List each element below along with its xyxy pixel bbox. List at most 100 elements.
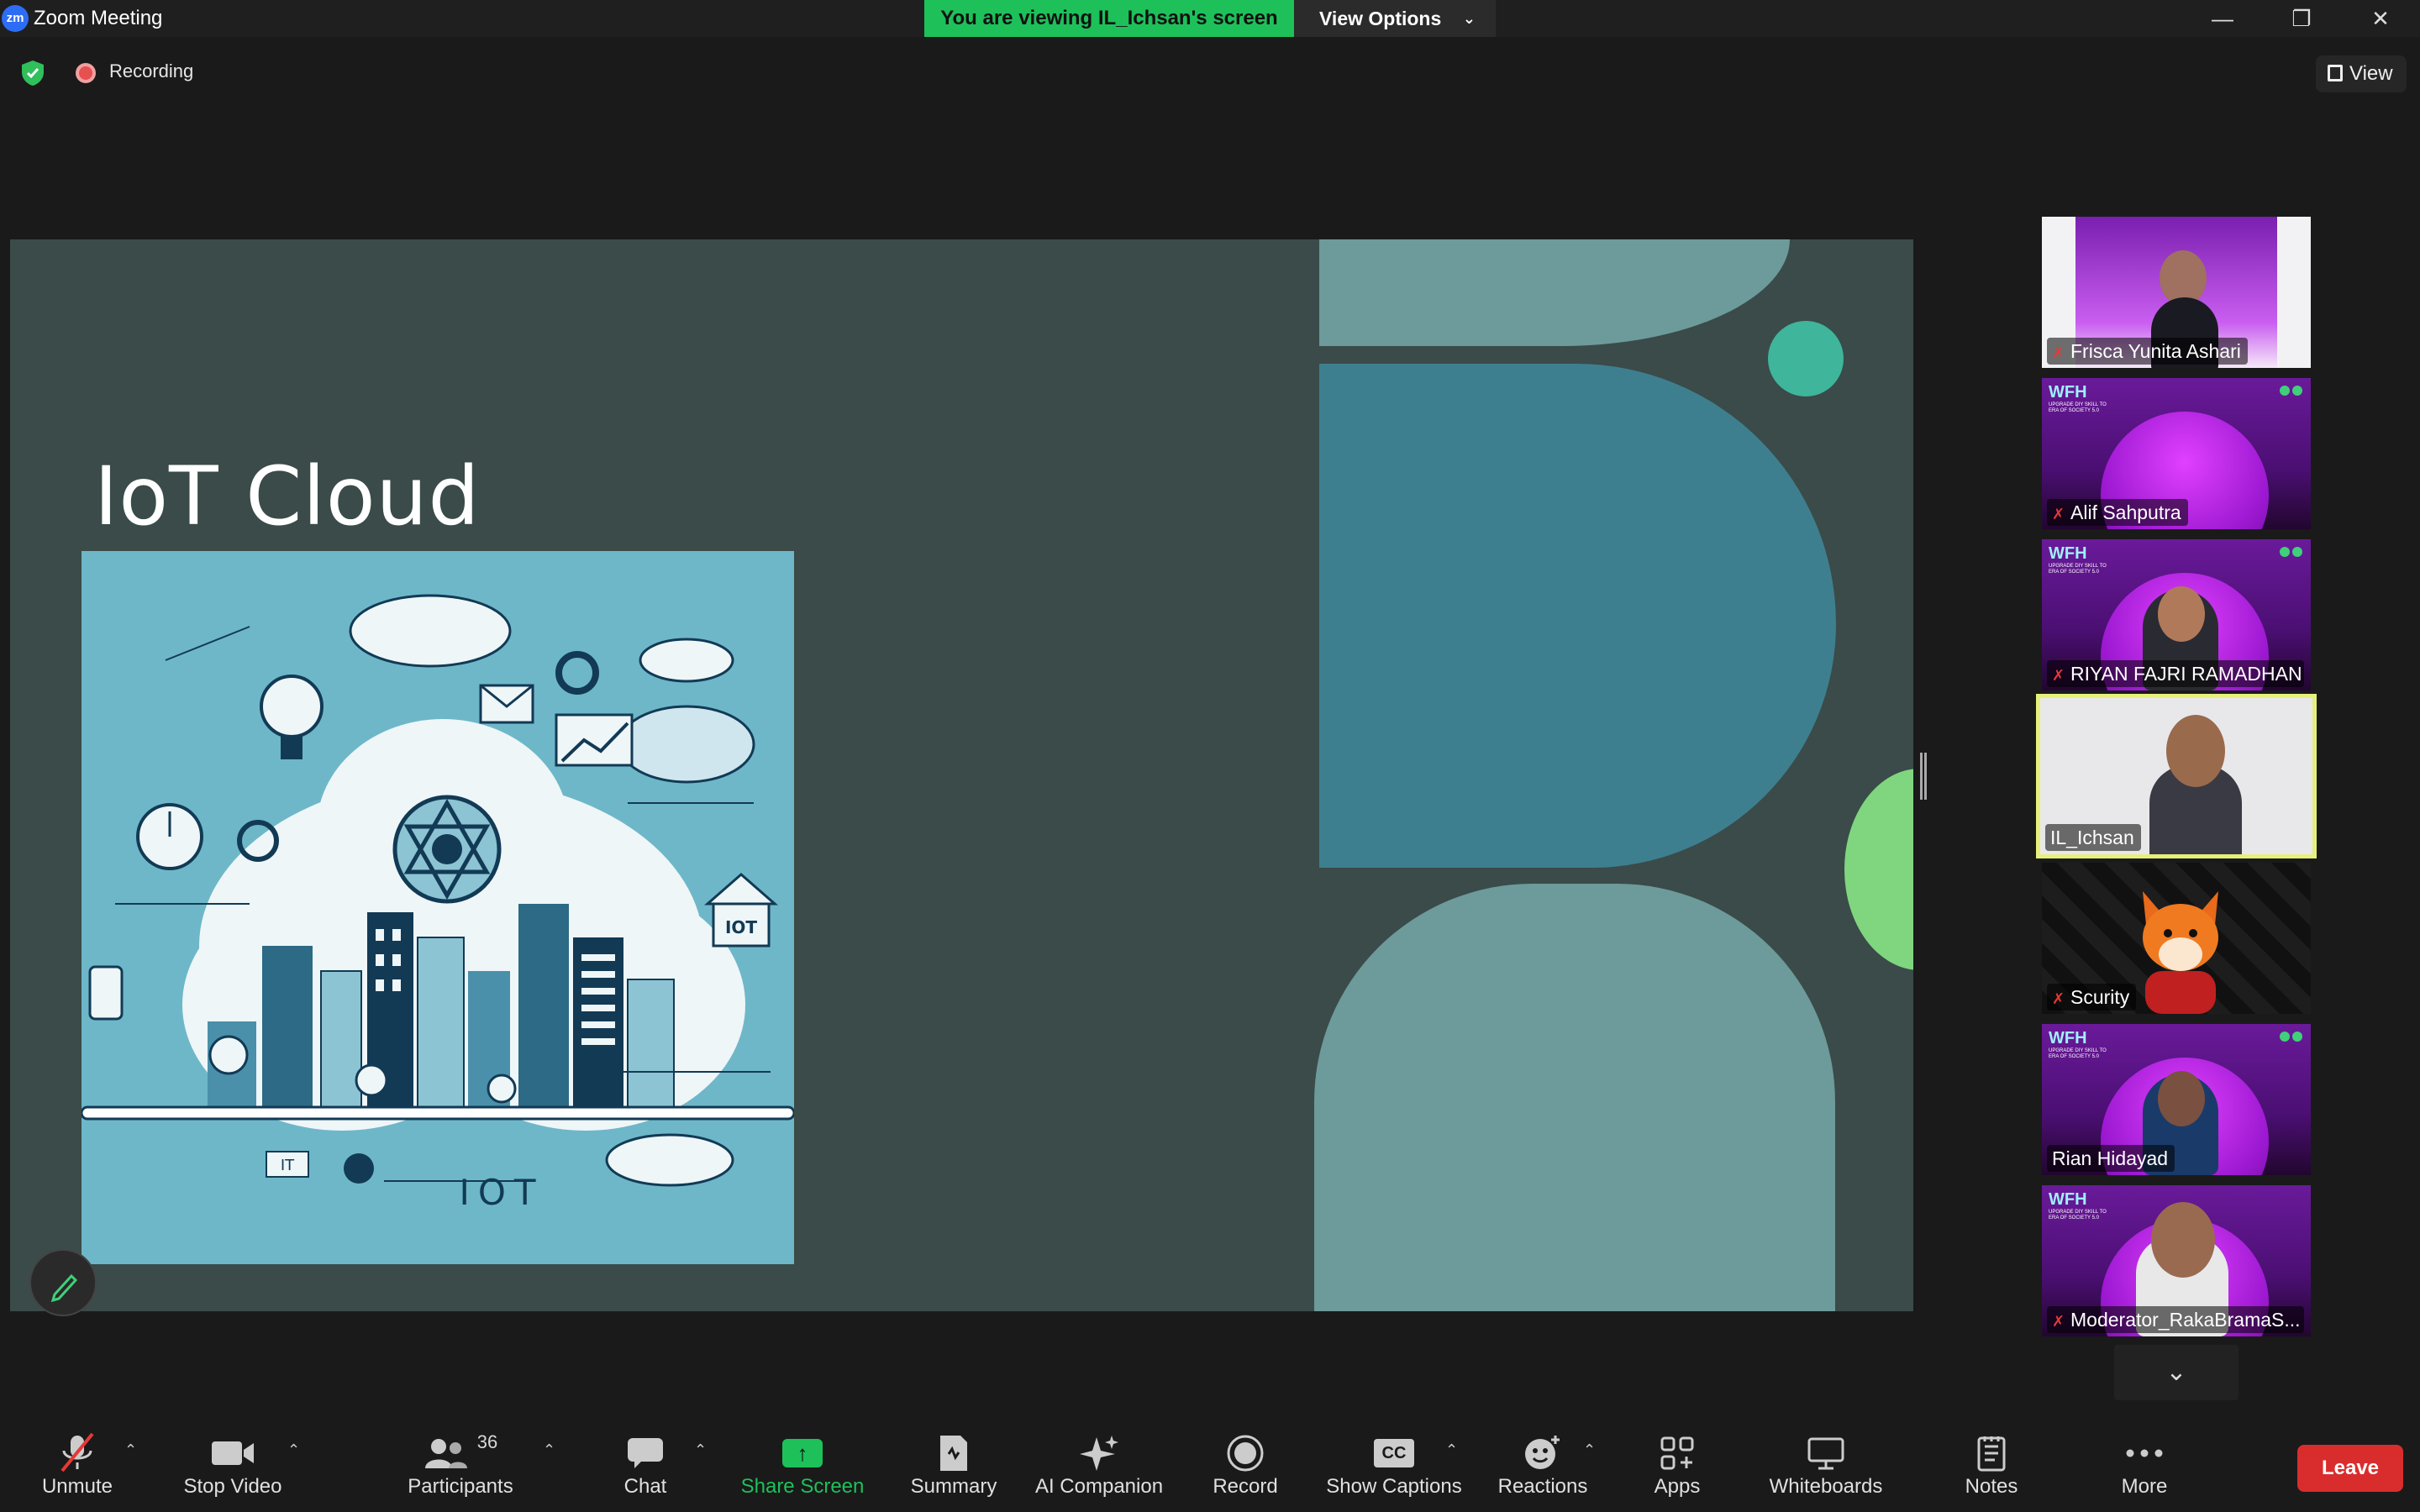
zoom-logo-icon: zm	[2, 5, 29, 32]
iot-cloud-illustration: IOT IT IOT	[82, 551, 794, 1264]
video-options-caret-icon[interactable]: ⌃	[287, 1441, 300, 1459]
summary-document-icon	[908, 1420, 1000, 1472]
stop-video-label: Stop Video	[183, 1475, 282, 1498]
chat-label: Chat	[623, 1475, 667, 1498]
whiteboards-button[interactable]: Whiteboards	[1765, 1420, 1887, 1512]
window-title: Zoom Meeting	[34, 7, 163, 29]
more-button[interactable]: More	[2109, 1420, 2180, 1512]
apps-label: Apps	[1654, 1475, 1701, 1498]
whiteboard-icon	[1765, 1420, 1887, 1470]
notes-label: Notes	[1965, 1475, 2018, 1498]
participant-tile[interactable]: ✗ Frisca Yunita Ashari	[2042, 217, 2311, 368]
status-dots	[2277, 1031, 2302, 1046]
view-layout-icon	[2328, 65, 2343, 81]
record-label: Record	[1213, 1475, 1278, 1498]
participant-name: IL_Ichsan	[2045, 824, 2141, 851]
mic-muted-icon: ✗	[2052, 990, 2065, 1007]
participant-name: Rian Hidayad	[2047, 1145, 2175, 1172]
wfh-subtitle: UPGRADE DIY SKILL TO ERA OF SOCIETY 5.0	[2049, 402, 2107, 413]
shared-screen-slide: IoT Cloud IOT IT IOT	[10, 239, 1913, 1311]
summary-label: Summary	[910, 1475, 997, 1498]
audio-options-caret-icon[interactable]: ⌃	[124, 1441, 137, 1459]
share-screen-button[interactable]: ↑ Share Screen	[739, 1420, 865, 1512]
apps-grid-icon	[1644, 1420, 1711, 1470]
wfh-subtitle: UPGRADE DIY SKILL TO ERA OF SOCIETY 5.0	[2049, 1210, 2107, 1221]
status-dots	[2277, 385, 2302, 400]
restore-button[interactable]: ❐	[2264, 0, 2339, 37]
smiley-face-icon	[1496, 1420, 1590, 1470]
share-screen-label: Share Screen	[740, 1475, 865, 1498]
reactions-button[interactable]: Reactions	[1496, 1420, 1590, 1512]
participant-name: ✗ Scurity	[2047, 984, 2137, 1011]
annotate-pen-button[interactable]	[29, 1249, 97, 1316]
mic-muted-icon: ✗	[2052, 667, 2065, 684]
record-icon	[1210, 1420, 1281, 1472]
participant-face	[2166, 715, 2225, 787]
reactions-label: Reactions	[1497, 1475, 1588, 1498]
record-button[interactable]: Record	[1210, 1420, 1281, 1512]
chevron-down-icon: ⌄	[2165, 1358, 2187, 1386]
participant-name: ✗ Frisca Yunita Ashari	[2047, 338, 2248, 365]
show-captions-button[interactable]: CC Show Captions	[1324, 1420, 1464, 1512]
view-button[interactable]: View	[2316, 55, 2407, 92]
sparkle-icon	[1030, 1420, 1168, 1472]
decorative-shape	[1319, 239, 1790, 346]
iot-city-cloud-graphic: IOT IT IOT	[82, 551, 794, 1264]
security-shield-icon[interactable]	[18, 59, 47, 87]
decorative-shape	[1314, 884, 1835, 1311]
unmute-button[interactable]: Unmute	[34, 1420, 121, 1512]
participant-tile[interactable]: WFH UPGRADE DIY SKILL TO ERA OF SOCIETY …	[2042, 539, 2311, 690]
status-dots	[2277, 546, 2302, 561]
summary-button[interactable]: Summary	[908, 1420, 1000, 1512]
participant-tile-active-speaker[interactable]: IL_Ichsan	[2036, 694, 2317, 858]
chevron-down-icon: ⌄	[1462, 10, 1476, 27]
participant-tile[interactable]: ✗ Scurity	[2042, 863, 2311, 1014]
participant-tile[interactable]: WFH UPGRADE DIY SKILL TO ERA OF SOCIETY …	[2042, 1024, 2311, 1175]
participants-options-caret-icon[interactable]: ⌃	[543, 1441, 555, 1459]
mic-muted-icon: ✗	[2052, 1313, 2065, 1330]
captions-options-caret-icon[interactable]: ⌃	[1445, 1441, 1458, 1459]
participant-name: ✗ Alif Sahputra	[2047, 499, 2188, 526]
microphone-muted-icon	[34, 1420, 121, 1473]
title-bar: zm Zoom Meeting You are viewing IL_Ichsa…	[0, 0, 2420, 37]
view-options-button[interactable]: View Options ⌄	[1294, 0, 1496, 37]
ai-companion-label: AI Companion	[1034, 1475, 1164, 1498]
participant-name: ✗ RIYAN FAJRI RAMADHAN	[2047, 660, 2304, 687]
participants-label: Participants	[408, 1475, 513, 1498]
more-dots-icon	[2109, 1420, 2180, 1470]
decorative-shape	[1319, 364, 1836, 868]
chat-options-caret-icon[interactable]: ⌃	[694, 1441, 707, 1459]
ai-companion-button[interactable]: AI Companion	[1030, 1420, 1168, 1512]
closed-captions-icon: CC	[1374, 1439, 1414, 1468]
chat-button[interactable]: Chat	[613, 1420, 677, 1512]
mic-muted-icon: ✗	[2052, 344, 2065, 361]
notes-button[interactable]: Notes	[1958, 1420, 2025, 1512]
stop-video-button[interactable]: Stop Video	[176, 1420, 289, 1512]
wfh-banner: WFH	[2049, 1029, 2087, 1047]
unmute-label: Unmute	[41, 1475, 113, 1498]
participant-tile[interactable]: WFH UPGRADE DIY SKILL TO ERA OF SOCIETY …	[2042, 1185, 2311, 1336]
participants-button[interactable]: 36 Participants	[402, 1420, 519, 1512]
view-options-label: View Options	[1319, 8, 1442, 29]
fox-avatar-icon	[2143, 891, 2218, 1014]
participant-face	[2151, 1202, 2215, 1278]
gallery-resize-handle[interactable]	[1920, 753, 1927, 800]
mic-muted-icon: ✗	[2052, 506, 2065, 522]
apps-button[interactable]: Apps	[1644, 1420, 1711, 1512]
video-camera-icon	[176, 1420, 289, 1470]
notes-icon	[1958, 1420, 2025, 1472]
participant-name: ✗ Moderator_RakaBramaS...	[2047, 1306, 2304, 1333]
slide-title: IoT Cloud	[94, 449, 481, 543]
reactions-options-caret-icon[interactable]: ⌃	[1583, 1441, 1596, 1459]
whiteboards-label: Whiteboards	[1769, 1475, 1883, 1498]
more-label: More	[2121, 1475, 2168, 1498]
minimize-button[interactable]: —	[2185, 0, 2260, 37]
participant-tile[interactable]: WFH UPGRADE DIY SKILL TO ERA OF SOCIETY …	[2042, 378, 2311, 529]
close-button[interactable]: ✕	[2343, 0, 2418, 37]
leave-button[interactable]: Leave	[2297, 1445, 2403, 1492]
wfh-subtitle: UPGRADE DIY SKILL TO ERA OF SOCIETY 5.0	[2049, 1048, 2107, 1059]
gallery-scroll-down-button[interactable]: ⌄	[2114, 1345, 2238, 1400]
participant-face	[2158, 1071, 2205, 1126]
participants-icon: 36	[402, 1420, 519, 1470]
recording-icon[interactable]	[76, 63, 96, 83]
